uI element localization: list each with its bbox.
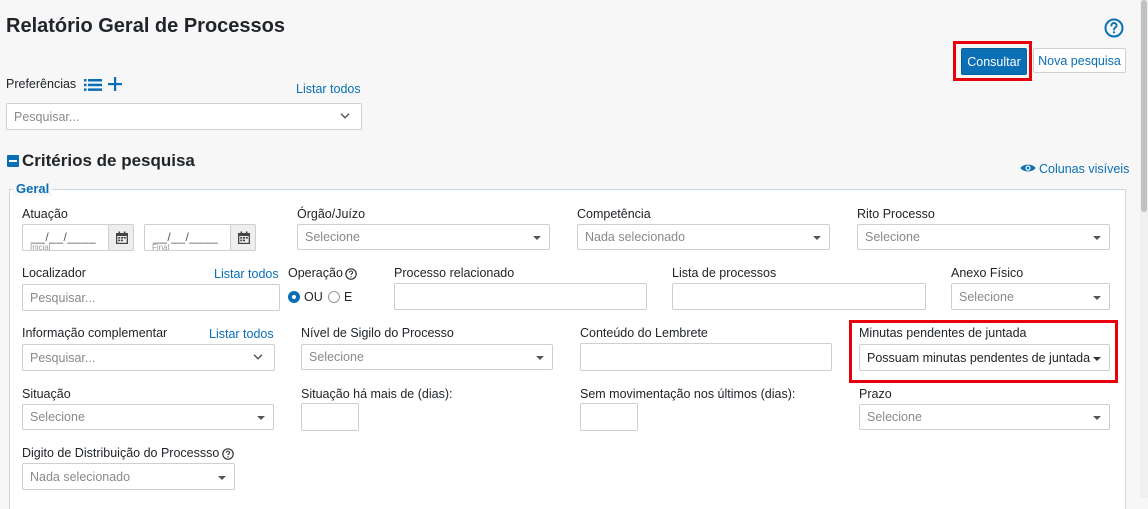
nivel-sigilo-label: Nível de Sigilo do Processo: [301, 326, 454, 340]
situacao-dias-input[interactable]: [301, 403, 359, 431]
atuacao-label: Atuação: [22, 207, 68, 221]
caret-icon: [1093, 295, 1101, 300]
atuacao-inicial-sub: Inicial: [30, 243, 51, 252]
competencia-select[interactable]: Nada selecionado: [577, 224, 830, 250]
situacao-label: Situação: [22, 387, 71, 401]
caret-icon: [813, 236, 821, 240]
rito-placeholder: Selecione: [865, 230, 920, 244]
chevron-down-icon: [340, 112, 350, 119]
info-complementar-select[interactable]: Pesquisar...: [22, 344, 275, 371]
atuacao-inicial-input[interactable]: __/__/____ Inicial: [22, 224, 110, 252]
localizador-placeholder: Pesquisar...: [30, 290, 96, 305]
operacao-e-radio[interactable]: [328, 291, 340, 303]
preferencias-label: Preferências: [6, 77, 77, 91]
rito-select[interactable]: Selecione: [857, 224, 1110, 250]
processo-relacionado-label: Processo relacionado: [394, 266, 515, 280]
nivel-sigilo-placeholder: Selecione: [309, 350, 364, 364]
digito-placeholder: Nada selecionado: [30, 469, 131, 484]
calendar-icon: [116, 231, 128, 244]
atuacao-final-mask: __/__/____: [153, 230, 219, 244]
lista-processos-label: Lista de processos: [672, 266, 777, 280]
rito-label: Rito Processo: [857, 207, 935, 221]
localizador-input[interactable]: Pesquisar...: [22, 284, 280, 311]
add-icon[interactable]: [108, 77, 122, 91]
digito-label: Digito de Distribuição do Processso: [22, 446, 220, 460]
collapse-icon[interactable]: [7, 155, 19, 167]
caret-icon: [1093, 236, 1101, 240]
preferencias-search-select[interactable]: Pesquisar...: [6, 103, 362, 130]
situacao-select[interactable]: Selecione: [22, 404, 274, 430]
caret-icon: [536, 356, 544, 360]
info-complementar-placeholder: Pesquisar...: [30, 350, 96, 365]
operacao-ou-label: OU: [304, 290, 323, 304]
conteudo-lembrete-input[interactable]: [580, 343, 832, 371]
orgao-label: Órgão/Juízo: [297, 207, 366, 221]
calendar-icon: [238, 231, 250, 244]
preferencias-search-placeholder: Pesquisar...: [14, 109, 80, 124]
orgao-placeholder: Selecione: [305, 230, 360, 244]
geral-legend: Geral: [13, 181, 53, 196]
calendar-inicial-button[interactable]: [108, 224, 134, 251]
prazo-label: Prazo: [859, 387, 892, 401]
preferencias-listar-todos-link[interactable]: Listar todos: [296, 82, 361, 96]
caret-icon: [533, 236, 541, 240]
info-complementar-listar-todos-link[interactable]: Listar todos: [209, 327, 274, 341]
highlight-consultar: [953, 41, 1032, 81]
prazo-select[interactable]: Selecione: [859, 404, 1110, 430]
anexo-fisico-placeholder: Selecione: [959, 289, 1014, 304]
caret-icon: [257, 416, 265, 420]
caret-icon: [218, 475, 226, 480]
processo-relacionado-input[interactable]: [394, 283, 647, 310]
atuacao-final-input[interactable]: __/__/____ Final: [144, 224, 232, 252]
criterios-title: Critérios de pesquisa: [22, 151, 195, 170]
anexo-fisico-label: Anexo Físico: [951, 266, 1024, 280]
competencia-placeholder: Nada selecionado: [585, 230, 686, 244]
atuacao-inicial-mask: __/__/____: [31, 230, 97, 244]
list-icon[interactable]: [84, 79, 102, 91]
anexo-fisico-select[interactable]: Selecione: [951, 283, 1110, 310]
prazo-placeholder: Selecione: [867, 410, 922, 424]
localizador-label: Localizador: [22, 266, 86, 280]
localizador-listar-todos-link[interactable]: Listar todos: [214, 267, 279, 281]
caret-icon: [1093, 416, 1101, 420]
situacao-dias-label: Situação há mais de (dias):: [301, 387, 453, 401]
operacao-ou-radio[interactable]: [288, 291, 300, 303]
digito-select[interactable]: Nada selecionado: [22, 463, 235, 490]
nivel-sigilo-select[interactable]: Selecione: [301, 344, 553, 370]
question-icon[interactable]: [345, 268, 357, 280]
page-title: Relatório Geral de Processos: [6, 15, 286, 37]
highlight-minutas: [849, 320, 1118, 383]
help-icon[interactable]: [1104, 18, 1124, 38]
competencia-label: Competência: [577, 207, 651, 221]
situacao-placeholder: Selecione: [30, 410, 85, 424]
scrollbar-thumb[interactable]: [1141, 0, 1147, 212]
lista-processos-input[interactable]: [672, 283, 926, 310]
conteudo-lembrete-label: Conteúdo do Lembrete: [580, 326, 708, 340]
info-complementar-label: Informação complementar: [22, 326, 168, 340]
question-icon[interactable]: [222, 448, 234, 460]
chevron-down-icon: [253, 353, 263, 360]
sem-movimentacao-input[interactable]: [580, 403, 638, 431]
colunas-visiveis-link[interactable]: Colunas visíveis: [1039, 162, 1129, 176]
atuacao-final-sub: Final: [152, 243, 170, 252]
eye-icon[interactable]: [1020, 162, 1036, 174]
nova-pesquisa-button[interactable]: Nova pesquisa: [1033, 48, 1126, 73]
sem-movimentacao-label: Sem movimentação nos últimos (dias):: [580, 387, 796, 401]
calendar-final-button[interactable]: [230, 224, 256, 251]
orgao-select[interactable]: Selecione: [297, 224, 550, 250]
operacao-label: Operação: [288, 266, 343, 280]
operacao-e-label: E: [344, 290, 353, 304]
